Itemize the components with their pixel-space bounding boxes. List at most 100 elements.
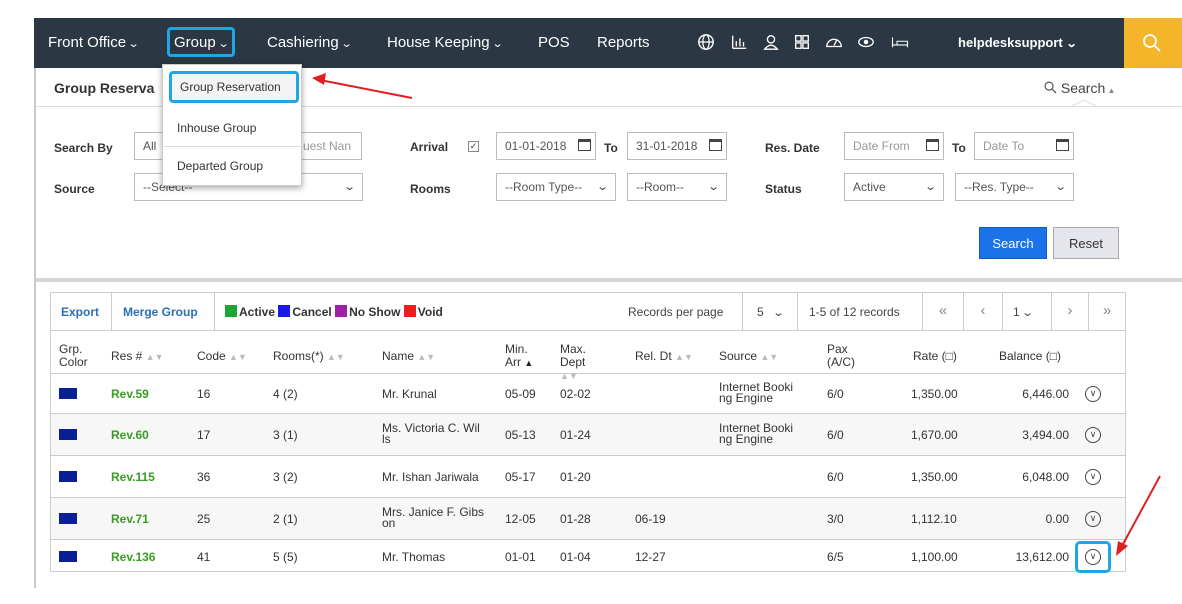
merge-group-button[interactable]: Merge Group	[123, 293, 198, 331]
next-page-icon[interactable]: ›	[1052, 293, 1088, 331]
nav-front-office[interactable]: Front Office ⌄	[48, 18, 140, 68]
arrival-from-input[interactable]: 01-01-2018	[496, 132, 596, 160]
col-rate[interactable]: Rate (□)	[913, 350, 957, 363]
calendar-icon	[1056, 139, 1069, 151]
sort-icon: ▲▼	[417, 352, 436, 362]
globe-icon[interactable]	[696, 33, 716, 53]
chart-icon[interactable]	[729, 33, 749, 53]
reset-button[interactable]: Reset	[1053, 227, 1119, 259]
table-row[interactable]: Rev.71 25 2 (1) Mrs. Janice F. Gibs on 12-05…	[51, 497, 1125, 539]
col-rooms-label: Rooms(*)	[273, 349, 324, 363]
col-res[interactable]: Res # ▲▼	[111, 350, 164, 364]
arrival-to-input[interactable]: 31-01-2018	[627, 132, 727, 160]
records-per-page-select[interactable]: 5 ⌄	[757, 293, 785, 331]
col-grp-color[interactable]: Grp. Color	[59, 343, 89, 369]
nav-reports[interactable]: Reports	[597, 18, 650, 68]
search-toggle[interactable]: Search ▲	[1044, 80, 1115, 96]
max-dept-cell: 02-02	[560, 387, 591, 401]
group-color-swatch	[59, 551, 77, 562]
status-label: Status	[765, 182, 802, 196]
first-page-icon[interactable]: «	[923, 293, 963, 331]
bed-icon[interactable]	[890, 33, 910, 53]
chevron-down-icon: ⌄	[771, 307, 785, 319]
expand-row-icon[interactable]: ∨	[1085, 427, 1101, 443]
col-balance[interactable]: Balance (□)	[999, 350, 1061, 363]
res-number-link[interactable]: Rev.115	[111, 471, 155, 483]
grid-icon[interactable]	[792, 33, 812, 53]
arrival-to-label: To	[604, 141, 618, 155]
code-cell: 36	[197, 470, 211, 484]
table-row[interactable]: Rev.115 36 3 (2) Mr. Ishan Jariwala 05-17 01-…	[51, 455, 1125, 497]
max-dept-cell: 01-20	[560, 470, 591, 484]
grid-toolbar: Export Merge Group Active Cancel No Show…	[51, 293, 1125, 331]
nav-front-office-label: Front Office	[48, 34, 127, 51]
res-date-to-input[interactable]: Date To	[974, 132, 1074, 160]
legend-cancel-label: Cancel	[292, 305, 332, 319]
sort-asc-icon: ▲	[524, 358, 534, 368]
col-min-arr[interactable]: Min. Arr ▲	[505, 343, 541, 370]
code-cell: 17	[197, 428, 211, 442]
col-name[interactable]: Name ▲▼	[382, 350, 435, 364]
pax-cell: 6/0	[827, 387, 844, 401]
source-cell: Internet Booki ng Engine	[719, 380, 794, 405]
table-row[interactable]: Rev.136 41 5 (5) Mr. Thomas 01-01 01-04 12-27 6…	[51, 539, 1125, 573]
nav-group[interactable]: Group ⌄	[167, 27, 235, 57]
nav-group-label: Group	[174, 34, 216, 51]
col-pax[interactable]: Pax (A/C)	[827, 343, 867, 369]
toolbar-divider	[111, 293, 112, 331]
arrival-to-value: 31-01-2018	[636, 139, 698, 153]
expand-row-icon[interactable]: ∨	[1085, 386, 1101, 402]
expand-row-icon[interactable]: ∨	[1085, 469, 1101, 485]
col-source[interactable]: Source ▲▼	[719, 350, 778, 364]
page-value: 1	[1013, 305, 1020, 319]
page-select[interactable]: 1⌄	[1013, 293, 1034, 331]
source-cell: Internet Booki ng Engine	[719, 421, 794, 446]
status-legend: Active Cancel No Show Void	[225, 305, 443, 319]
col-rooms[interactable]: Rooms(*) ▲▼	[273, 350, 345, 364]
arrival-label: Arrival	[410, 140, 449, 154]
search-by-select[interactable]: All	[134, 132, 164, 160]
chevron-down-icon: ⌄	[127, 38, 140, 50]
menu-item-group-reservation[interactable]: Group Reservation	[169, 71, 299, 103]
eye-icon[interactable]	[856, 33, 876, 53]
menu-item-departed-group[interactable]: Departed Group	[163, 147, 301, 185]
min-arr-cell: 05-13	[505, 428, 536, 442]
group-dropdown-menu: Group Reservation Inhouse Group Departed…	[162, 64, 302, 186]
res-date-from-input[interactable]: Date From	[844, 132, 944, 160]
res-type-select[interactable]: --Res. Type-- ⌄	[955, 173, 1074, 201]
balance-cell: 0.00	[1045, 512, 1069, 526]
col-code[interactable]: Code ▲▼	[197, 350, 247, 364]
chevron-down-icon: ⌄	[595, 181, 609, 193]
search-toggle-label: Search	[1060, 80, 1106, 96]
min-arr-cell: 05-09	[505, 387, 536, 401]
prev-page-icon[interactable]: ‹	[964, 293, 1002, 331]
expand-row-icon[interactable]: ∨	[1085, 511, 1101, 527]
status-select[interactable]: Active ⌄	[844, 173, 944, 201]
col-rel-dt[interactable]: Rel. Dt ▲▼	[635, 350, 693, 364]
dashboard-icon[interactable]	[824, 33, 844, 53]
menu-item-inhouse-group[interactable]: Inhouse Group	[163, 109, 301, 147]
rooms-cell: 5 (5)	[273, 550, 298, 564]
table-row[interactable]: Rev.59 16 4 (2) Mr. Krunal 05-09 02-02 Interne…	[51, 373, 1125, 413]
section-separator	[36, 278, 1182, 282]
max-dept-cell: 01-28	[560, 512, 591, 526]
nav-search-button[interactable]	[1124, 18, 1182, 68]
res-number-link[interactable]: Rev.71	[111, 513, 149, 525]
group-color-swatch	[59, 429, 77, 440]
nav-pos[interactable]: POS	[538, 18, 570, 68]
last-page-icon[interactable]: »	[1089, 293, 1125, 331]
res-number-link[interactable]: Rev.59	[111, 388, 149, 400]
user-menu[interactable]: helpdesksupport ⌄	[958, 18, 1077, 69]
rate-cell: 1,670.00	[911, 428, 958, 442]
table-row[interactable]: Rev.60 17 3 (1) Ms. Victoria C. Wil ls 05-13…	[51, 413, 1125, 455]
room-select[interactable]: --Room-- ⌄	[627, 173, 727, 201]
room-type-select[interactable]: --Room Type-- ⌄	[496, 173, 616, 201]
user-icon[interactable]	[761, 33, 781, 53]
arrival-checkbox[interactable]: ✓	[468, 141, 479, 152]
name-cell: Ms. Victoria C. Wil ls	[382, 421, 480, 446]
res-number-link[interactable]: Rev.60	[111, 429, 149, 441]
res-number-link[interactable]: Rev.136	[111, 551, 155, 563]
export-button[interactable]: Export	[61, 293, 99, 331]
search-button[interactable]: Search	[979, 227, 1047, 259]
rate-cell: 1,350.00	[911, 387, 958, 401]
